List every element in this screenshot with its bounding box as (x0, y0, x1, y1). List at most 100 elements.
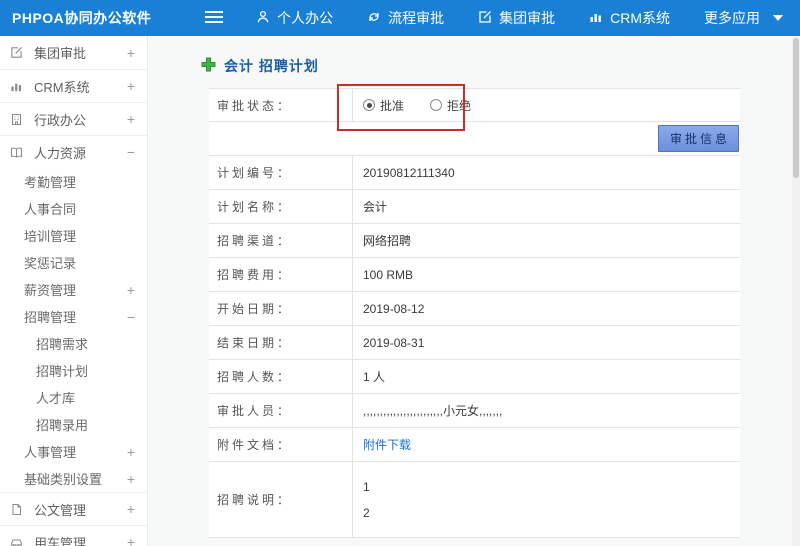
sidebar-item-base-category[interactable]: 基础类别设置 + (0, 465, 147, 492)
sidebar-item-label: 行政办公 (34, 112, 87, 128)
field-label: 招聘费用： (209, 258, 353, 291)
nav-label: 更多应用 (704, 10, 760, 26)
field-value: ,,,,,,,,,,,,,,,,,,,,,,,,小元女,,,,,,, (363, 404, 503, 418)
nav-more-apps[interactable]: 更多应用 (687, 0, 800, 36)
app-window: PHPOA协同办公软件 个人办公 流程审批 集团审批 CRM系统 更多应用 集团… (0, 0, 800, 546)
sidebar-item-document-mgmt[interactable]: 公文管理 + (0, 492, 147, 525)
radio-label: 批准 (380, 98, 405, 113)
form-row-recruit-cost: 招聘费用： 100 RMB (209, 258, 740, 292)
chevron-down-icon (773, 15, 783, 21)
process-approval-icon (367, 10, 381, 27)
radio-approve[interactable]: 批准 (363, 97, 404, 114)
collapse-toggle[interactable]: − (125, 144, 137, 160)
sidebar-item-training[interactable]: 培训管理 (0, 222, 147, 249)
document-icon (10, 503, 27, 516)
sidebar-item-label: 培训管理 (24, 229, 77, 244)
field-value: 会计 (363, 200, 388, 214)
form-row-actions: 审批信息 (209, 122, 740, 156)
page-title-text: 会计 招聘计划 (224, 58, 319, 74)
field-value: 网络招聘 (363, 234, 412, 248)
sidebar-item-rewards[interactable]: 奖惩记录 (0, 249, 147, 276)
sidebar-item-talent-pool[interactable]: 人才库 (0, 384, 147, 411)
field-label: 计划名称： (209, 190, 353, 223)
book-icon (10, 146, 27, 159)
radio-label: 拒绝 (447, 98, 472, 113)
recruit-plan-detail-table: 审批状态： 批准 拒绝 审批信息 计划编号： 20190812111340 计划… (209, 84, 740, 538)
nav-label: 个人办公 (277, 10, 334, 26)
bar-chart-icon (589, 10, 603, 27)
expand-toggle[interactable]: + (125, 444, 137, 460)
expand-toggle[interactable]: + (125, 78, 137, 94)
sidebar-item-label: 薪资管理 (24, 283, 77, 298)
expand-toggle[interactable]: + (125, 282, 137, 298)
expand-toggle[interactable]: + (125, 471, 137, 487)
form-row-start-date: 开始日期： 2019-08-12 (209, 292, 740, 326)
nav-process-approval[interactable]: 流程审批 (350, 0, 461, 36)
sidebar-item-crm[interactable]: CRM系统 + (0, 69, 147, 102)
sidebar-item-label: 人事合同 (24, 202, 77, 217)
hamburger-icon (205, 10, 224, 27)
sidebar-item-vehicle-mgmt[interactable]: 用车管理 + (0, 525, 147, 546)
field-label: 附件文档： (209, 428, 353, 461)
building-icon (10, 113, 27, 126)
form-row-description: 招聘说明： 1 2 (209, 462, 740, 538)
sidebar: 集团审批 + CRM系统 + 行政办公 + 人力资源 − 考勤管理 人事合同 培… (0, 36, 148, 546)
sidebar-item-recruit-plan[interactable]: 招聘计划 (0, 357, 147, 384)
sidebar-item-hr-contract[interactable]: 人事合同 (0, 195, 147, 222)
sidebar-item-group-approval[interactable]: 集团审批 + (0, 36, 147, 69)
edit-approval-icon (10, 46, 27, 59)
sidebar-item-personnel-mgmt[interactable]: 人事管理 + (0, 438, 147, 465)
collapse-toggle[interactable]: − (125, 309, 137, 325)
expand-toggle[interactable]: + (125, 45, 137, 61)
field-label: 招聘人数： (209, 360, 353, 393)
attachment-download-link[interactable]: 附件下载 (363, 436, 411, 453)
sidebar-item-recruit-demand[interactable]: 招聘需求 (0, 330, 147, 357)
sidebar-item-label: 人力资源 (34, 145, 87, 161)
sidebar-item-label: 考勤管理 (24, 175, 77, 190)
expand-toggle[interactable]: + (125, 501, 137, 517)
vertical-scrollbar[interactable] (792, 36, 800, 546)
field-value: 附件下载 (353, 428, 740, 461)
page-title: 会计 招聘计划 (201, 56, 319, 76)
expand-toggle[interactable]: + (125, 534, 137, 546)
sidebar-item-label: 基础类别设置 (24, 472, 103, 487)
sidebar-item-hr[interactable]: 人力资源 − (0, 135, 147, 168)
field-value: 1 人 (363, 370, 386, 384)
field-value: 1 2 (363, 479, 370, 520)
nav-label: 集团审批 (499, 10, 556, 26)
sidebar-item-label: 奖惩记录 (24, 256, 77, 271)
form-row-headcount: 招聘人数： 1 人 (209, 360, 740, 394)
form-row-recruit-channel: 招聘渠道： 网络招聘 (209, 224, 740, 258)
scrollbar-thumb[interactable] (793, 38, 799, 178)
sidebar-item-attendance[interactable]: 考勤管理 (0, 168, 147, 195)
expand-toggle[interactable]: + (125, 111, 137, 127)
app-logo: PHPOA协同办公软件 (12, 10, 152, 26)
field-label: 招聘渠道： (209, 224, 353, 257)
sidebar-item-recruit-hire[interactable]: 招聘录用 (0, 411, 147, 438)
sidebar-item-admin-office[interactable]: 行政办公 + (0, 102, 147, 135)
sidebar-item-label: 集团审批 (34, 46, 87, 61)
approval-status-options: 批准 拒绝 (353, 89, 740, 121)
sidebar-item-label: 人才库 (36, 391, 76, 406)
field-label: 计划编号： (209, 156, 353, 189)
nav-crm-system[interactable]: CRM系统 (572, 0, 687, 36)
sidebar-item-label: 公文管理 (34, 502, 87, 518)
sidebar-item-label: 招聘需求 (36, 337, 89, 352)
field-label: 审批人员： (209, 394, 353, 427)
hamburger-menu-button[interactable] (199, 4, 229, 33)
approval-info-button[interactable]: 审批信息 (657, 125, 739, 152)
main-content: 会计 招聘计划 审批状态： 批准 拒绝 审批信息 计划编号： 201908121… (149, 36, 792, 546)
green-plus-icon (201, 57, 216, 75)
field-value: 100 RMB (363, 267, 414, 282)
sidebar-item-recruit-mgmt[interactable]: 招聘管理 − (0, 303, 147, 330)
radio-reject[interactable]: 拒绝 (430, 97, 471, 114)
top-header-bar: PHPOA协同办公软件 个人办公 流程审批 集团审批 CRM系统 更多应用 (0, 0, 800, 36)
field-value: 2019-08-12 (363, 301, 425, 316)
nav-group-approval[interactable]: 集团审批 (461, 0, 572, 36)
sidebar-item-salary[interactable]: 薪资管理 + (0, 276, 147, 303)
nav-personal-office[interactable]: 个人办公 (239, 0, 350, 36)
sidebar-item-label: 用车管理 (34, 535, 87, 546)
nav-label: CRM系统 (610, 10, 670, 26)
form-row-end-date: 结束日期： 2019-08-31 (209, 326, 740, 360)
sidebar-item-label: 招聘计划 (36, 364, 89, 379)
